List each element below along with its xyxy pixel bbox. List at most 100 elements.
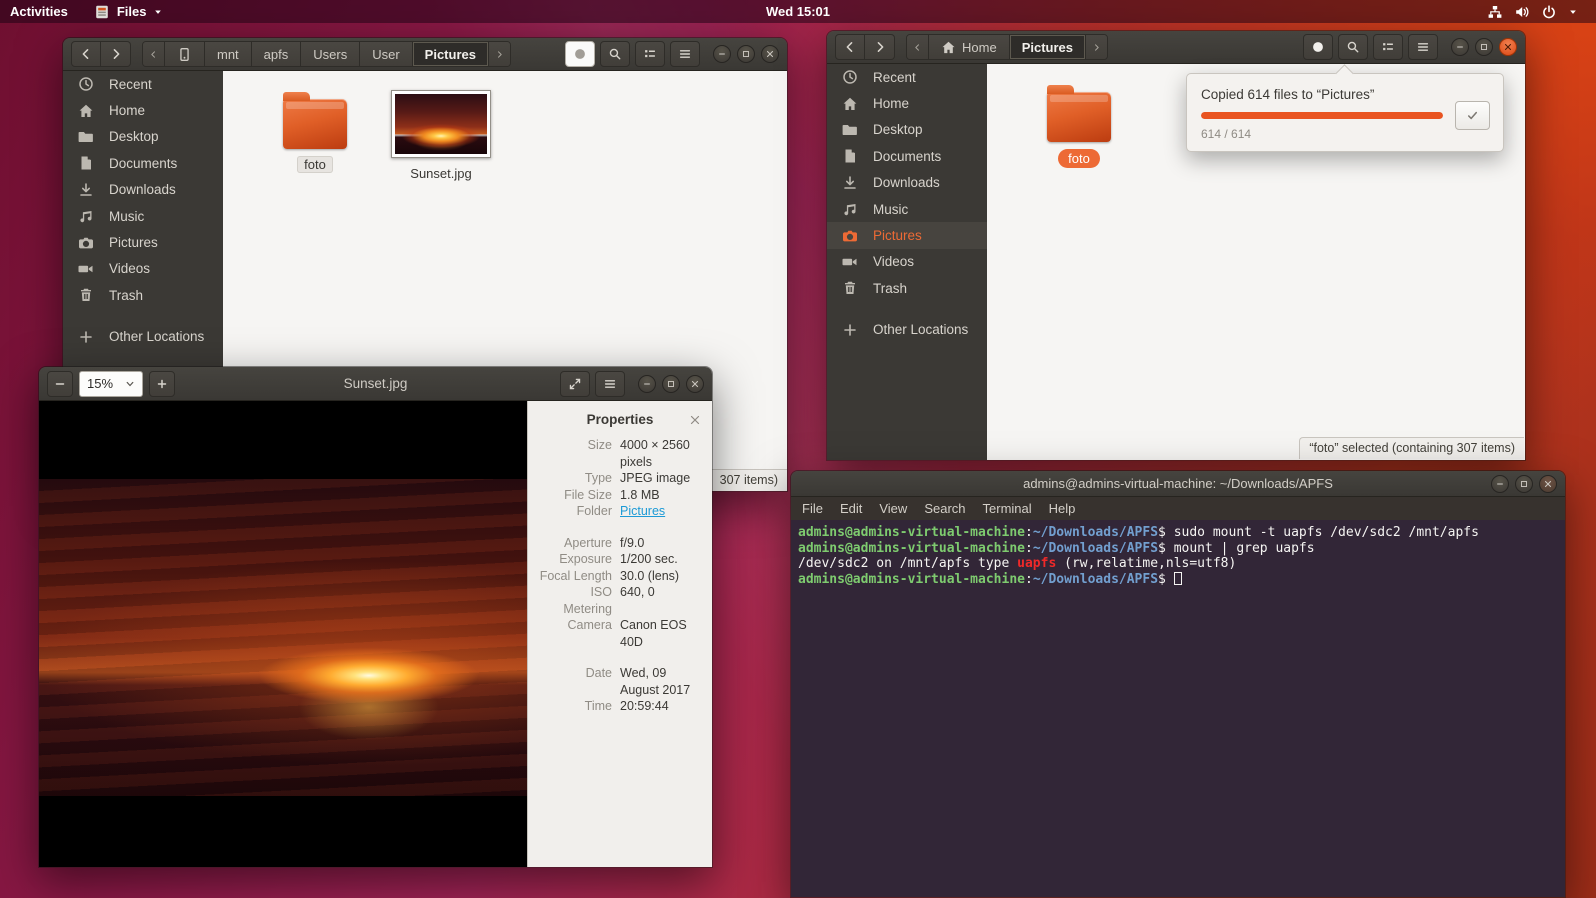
sidebar-item-home[interactable]: Home xyxy=(827,90,987,116)
view-toggle-button[interactable] xyxy=(1373,34,1403,60)
fullscreen-button[interactable] xyxy=(560,371,590,397)
network-icon[interactable] xyxy=(1487,4,1503,20)
breadcrumb-scroll-right[interactable] xyxy=(489,42,510,66)
sidebar-item-trash[interactable]: Trash xyxy=(63,282,223,308)
maximize-button[interactable] xyxy=(1515,475,1533,493)
breadcrumb: mntapfsUsersUserPictures xyxy=(142,41,511,67)
breadcrumb-apfs[interactable]: apfs xyxy=(252,42,302,66)
breadcrumb-users[interactable]: Users xyxy=(301,42,360,66)
sidebar-item-videos[interactable]: Videos xyxy=(827,249,987,275)
forward-button[interactable] xyxy=(101,41,131,67)
dismiss-operation-button[interactable] xyxy=(1455,101,1490,130)
breadcrumb: HomePictures xyxy=(906,34,1108,60)
sidebar-item-music[interactable]: Music xyxy=(827,196,987,222)
activities-button[interactable]: Activities xyxy=(10,4,68,19)
terminal-menu-view[interactable]: View xyxy=(879,501,907,516)
sidebar-item-desktop[interactable]: Desktop xyxy=(827,117,987,143)
operations-button[interactable] xyxy=(565,41,595,67)
folder-foto[interactable]: foto xyxy=(259,85,371,182)
maximize-button[interactable] xyxy=(1475,38,1493,56)
terminal-menu-edit[interactable]: Edit xyxy=(840,501,862,516)
sidebar-item-label: Videos xyxy=(873,254,914,269)
property-metering: Metering xyxy=(538,601,702,618)
operations-button[interactable] xyxy=(1303,34,1333,60)
menu-button[interactable] xyxy=(670,41,700,67)
zoom-in-button[interactable] xyxy=(149,371,175,397)
chevron-down-icon[interactable] xyxy=(1568,4,1584,20)
sidebar-item-documents[interactable]: Documents xyxy=(63,150,223,176)
sidebar-item-label: Desktop xyxy=(109,129,159,144)
breadcrumb-pictures[interactable]: Pictures xyxy=(413,42,489,66)
sidebar-item-recent[interactable]: Recent xyxy=(63,71,223,97)
minimize-button[interactable] xyxy=(713,45,731,63)
breadcrumb-scroll-left[interactable] xyxy=(143,42,165,66)
breadcrumb-user[interactable]: User xyxy=(360,42,412,66)
sidebar-item-videos[interactable]: Videos xyxy=(63,256,223,282)
sidebar-item-label: Music xyxy=(109,209,144,224)
zoom-out-button[interactable] xyxy=(47,371,73,397)
close-button[interactable] xyxy=(1499,38,1517,56)
close-button[interactable] xyxy=(761,45,779,63)
plus-icon xyxy=(842,322,858,338)
sidebar-item-label: Trash xyxy=(109,288,143,303)
sidebar-item-other-locations[interactable]: Other Locations xyxy=(63,324,223,350)
folder-foto[interactable]: foto xyxy=(1023,78,1135,168)
sidebar-item-desktop[interactable]: Desktop xyxy=(63,124,223,150)
document-icon xyxy=(78,155,94,171)
sidebar-item-recent[interactable]: Recent xyxy=(827,64,987,90)
sidebar-item-other-locations[interactable]: Other Locations xyxy=(827,317,987,343)
breadcrumb-home[interactable]: Home xyxy=(929,35,1010,59)
forward-button[interactable] xyxy=(865,34,895,60)
minimize-button[interactable] xyxy=(1491,475,1509,493)
zoom-level-dropdown[interactable]: 15% xyxy=(79,371,143,397)
terminal-menu-file[interactable]: File xyxy=(802,501,823,516)
sidebar-item-pictures[interactable]: Pictures xyxy=(63,229,223,255)
breadcrumb-scroll-right[interactable] xyxy=(1086,35,1107,59)
chevron-down-icon xyxy=(153,4,169,20)
files-left-headerbar: mntapfsUsersUserPictures xyxy=(63,38,787,71)
view-toggle-button[interactable] xyxy=(635,41,665,67)
files-window-right: HomePictures RecentHomeDesktopDocumentsD… xyxy=(826,30,1526,461)
breadcrumb-drive[interactable] xyxy=(165,42,205,66)
clock[interactable]: Wed 15:01 xyxy=(0,4,1596,19)
folder-link[interactable]: Pictures xyxy=(620,503,665,520)
terminal-menu-help[interactable]: Help xyxy=(1049,501,1076,516)
sidebar-item-pictures[interactable]: Pictures xyxy=(827,222,987,248)
download-icon xyxy=(842,175,858,191)
search-button[interactable] xyxy=(600,41,630,67)
terminal-menu-search[interactable]: Search xyxy=(924,501,965,516)
menu-button[interactable] xyxy=(1408,34,1438,60)
app-menu[interactable]: Files xyxy=(94,4,170,20)
music-icon xyxy=(842,201,858,217)
breadcrumb-pictures[interactable]: Pictures xyxy=(1010,35,1086,59)
close-button[interactable] xyxy=(686,375,704,393)
minimize-button[interactable] xyxy=(1451,38,1469,56)
home-icon xyxy=(842,96,858,112)
terminal-line: /dev/sdc2 on /mnt/apfs type uapfs (rw,re… xyxy=(798,556,1558,572)
back-button[interactable] xyxy=(71,41,101,67)
copy-progress-popover: Copied 614 files to “Pictures” 614 / 614 xyxy=(1186,73,1504,152)
close-button[interactable] xyxy=(1539,475,1557,493)
power-icon[interactable] xyxy=(1541,4,1557,20)
close-icon[interactable] xyxy=(688,413,702,427)
places-sidebar: RecentHomeDesktopDocumentsDownloadsMusic… xyxy=(827,64,987,460)
sidebar-item-music[interactable]: Music xyxy=(63,203,223,229)
sidebar-item-trash[interactable]: Trash xyxy=(827,275,987,301)
terminal-menu-terminal[interactable]: Terminal xyxy=(983,501,1032,516)
search-button[interactable] xyxy=(1338,34,1368,60)
sidebar-item-downloads[interactable]: Downloads xyxy=(63,177,223,203)
sidebar-item-downloads[interactable]: Downloads xyxy=(827,170,987,196)
volume-icon[interactable] xyxy=(1514,4,1530,20)
minimize-button[interactable] xyxy=(638,375,656,393)
back-button[interactable] xyxy=(835,34,865,60)
menu-button[interactable] xyxy=(595,371,625,397)
sidebar-item-documents[interactable]: Documents xyxy=(827,143,987,169)
maximize-button[interactable] xyxy=(662,375,680,393)
maximize-button[interactable] xyxy=(737,45,755,63)
terminal-output[interactable]: admins@admins-virtual-machine:~/Download… xyxy=(791,520,1565,897)
sidebar-item-home[interactable]: Home xyxy=(63,97,223,123)
breadcrumb-scroll-left[interactable] xyxy=(907,35,929,59)
breadcrumb-mnt[interactable]: mnt xyxy=(205,42,252,66)
progress-bar xyxy=(1201,112,1443,119)
file-sunset-jpg[interactable]: Sunset.jpg xyxy=(385,85,497,182)
